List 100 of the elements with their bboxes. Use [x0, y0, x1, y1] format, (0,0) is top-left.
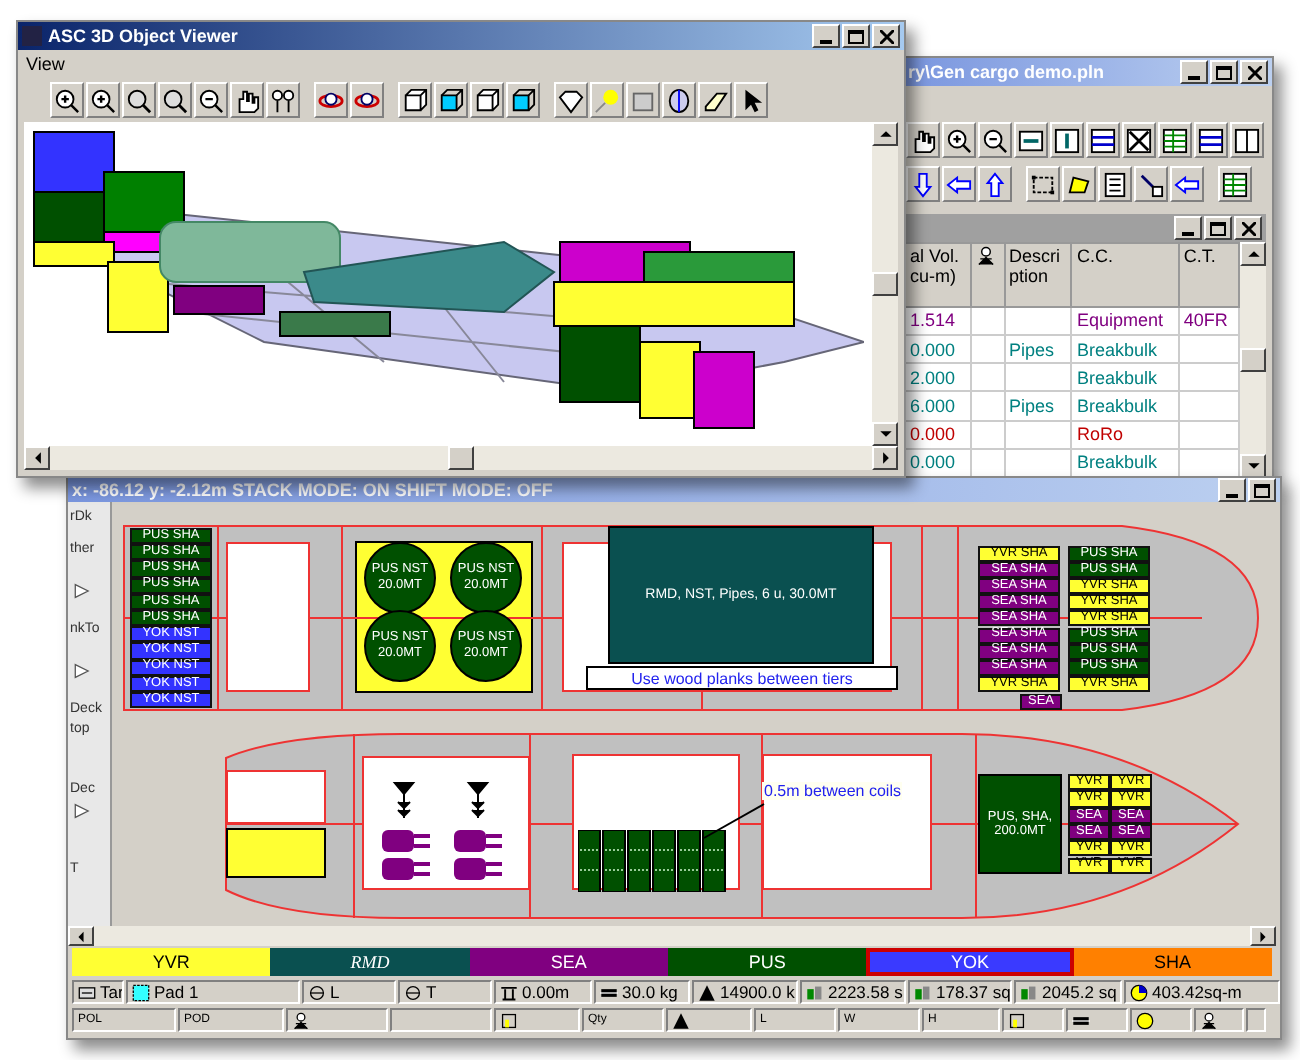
selection-icon [1030, 171, 1056, 197]
table-cell: RoRo [1071, 420, 1179, 449]
toolbar-button[interactable] [662, 82, 696, 118]
scrollbar[interactable] [24, 446, 898, 470]
toolbar-button[interactable] [350, 82, 384, 118]
minimize-button[interactable] [1174, 216, 1202, 240]
toolbar-button[interactable] [230, 82, 264, 118]
close-button[interactable] [1234, 216, 1262, 240]
toolbar-button[interactable] [1026, 166, 1060, 202]
polygon-icon [1066, 171, 1092, 197]
scrollbar[interactable] [1240, 242, 1266, 478]
triangle-icon [74, 582, 92, 600]
connector-icon [1138, 171, 1164, 197]
triangle-icon [74, 802, 92, 820]
legend-item[interactable]: SHA [1073, 948, 1272, 976]
toolbar-button[interactable] [1170, 166, 1204, 202]
toolbar-button[interactable] [698, 82, 732, 118]
menu-item[interactable]: View [26, 54, 65, 74]
table-cell: Equipment [1071, 306, 1179, 336]
maximize-icon [1210, 221, 1226, 235]
toolbar-button[interactable] [434, 82, 468, 118]
toolbar-button[interactable] [194, 82, 228, 118]
toolbar-button[interactable] [1134, 166, 1168, 202]
toolbar-button[interactable] [506, 82, 540, 118]
table-cell [1004, 306, 1072, 336]
cross-frame-icon [1126, 127, 1152, 153]
scroll-thumb[interactable] [448, 446, 474, 470]
arrow-left-icon [946, 171, 972, 197]
legend-item[interactable]: SEA [469, 948, 668, 976]
cargo-block[interactable] [226, 828, 326, 878]
toolbar-button[interactable] [158, 82, 192, 118]
toolbar-button[interactable] [1050, 122, 1084, 158]
toolbar-button[interactable] [1098, 166, 1132, 202]
circle-icon [1136, 1011, 1154, 1029]
scrollbar[interactable] [872, 122, 898, 446]
toolbar-button[interactable] [942, 122, 976, 158]
pie-chart-icon [1130, 983, 1148, 1001]
minimize-icon [1188, 75, 1200, 79]
legend-item[interactable]: RMD [270, 948, 470, 976]
scroll-thumb[interactable] [872, 272, 898, 296]
maximize-icon [1216, 65, 1232, 79]
toolbar-button[interactable] [978, 122, 1012, 158]
minimize-icon [1182, 231, 1194, 235]
toolbar-button[interactable] [1122, 122, 1156, 158]
column-header[interactable]: al Vol. cu-m) [905, 243, 971, 307]
toolbar-button[interactable] [470, 82, 504, 118]
close-icon [1247, 65, 1261, 79]
toolbar-button[interactable] [86, 82, 120, 118]
table-cell: Breakbulk [1071, 391, 1179, 421]
status-text: T [426, 982, 437, 1002]
toolbar-button[interactable] [1230, 122, 1264, 158]
toolbar-button[interactable] [734, 82, 768, 118]
legend-item[interactable]: PUS [667, 948, 867, 976]
toolbar-button[interactable] [978, 166, 1012, 202]
table-cell: Breakbulk [1071, 363, 1179, 392]
maximize-button[interactable] [842, 24, 870, 48]
toolbar-button[interactable] [50, 82, 84, 118]
toolbar-button[interactable] [1062, 166, 1096, 202]
leader-line [703, 803, 765, 839]
table-cell [1004, 420, 1072, 449]
eraser-icon [702, 87, 728, 113]
scroll-thumb[interactable] [1240, 348, 1266, 372]
table-cell [1004, 363, 1072, 392]
close-button[interactable] [872, 24, 900, 48]
column-header[interactable] [970, 243, 1005, 307]
status-text: Pad 1 [154, 982, 199, 1002]
toolbar-button[interactable] [266, 82, 300, 118]
column-header[interactable]: C.C. [1071, 243, 1179, 307]
toolbar-button[interactable] [1194, 122, 1228, 158]
maximize-button[interactable] [1204, 216, 1232, 240]
toolbar-button[interactable] [1158, 122, 1192, 158]
hand-icon [910, 127, 936, 153]
toolbar-button[interactable] [314, 82, 348, 118]
rows-icon [1090, 127, 1116, 153]
column-header[interactable]: Descri ption [1004, 243, 1072, 307]
table-cell [970, 391, 1005, 421]
cube-icon [474, 87, 500, 113]
toolbar-button[interactable] [398, 82, 432, 118]
triangle-icon [74, 662, 92, 680]
status-text: 403.42sq-m [1152, 982, 1242, 1002]
legend-item[interactable]: YOK [866, 948, 1074, 976]
scrollbar[interactable] [68, 926, 1276, 946]
zoom-in-icon [946, 127, 972, 153]
minimize-icon [1226, 493, 1238, 497]
toolbar-button[interactable] [906, 122, 940, 158]
toolbar-button[interactable] [122, 82, 156, 118]
status-text: 178.37 sq [936, 982, 1010, 1002]
minimize-button[interactable] [812, 24, 840, 48]
toolbar-button[interactable] [906, 166, 940, 202]
column-header[interactable]: C.T. [1178, 243, 1239, 307]
toolbar-button[interactable] [1086, 122, 1120, 158]
app-icon [22, 26, 42, 46]
toolbar-button[interactable] [554, 82, 588, 118]
zoom-in-icon [54, 87, 80, 113]
toolbar-button[interactable] [942, 166, 976, 202]
table-cell: Pipes [1004, 335, 1072, 364]
toolbar-button[interactable] [1014, 122, 1048, 158]
toolbar-button[interactable] [1218, 166, 1252, 202]
legend-item[interactable]: YVR [72, 948, 271, 976]
person-icon [1200, 1011, 1218, 1029]
